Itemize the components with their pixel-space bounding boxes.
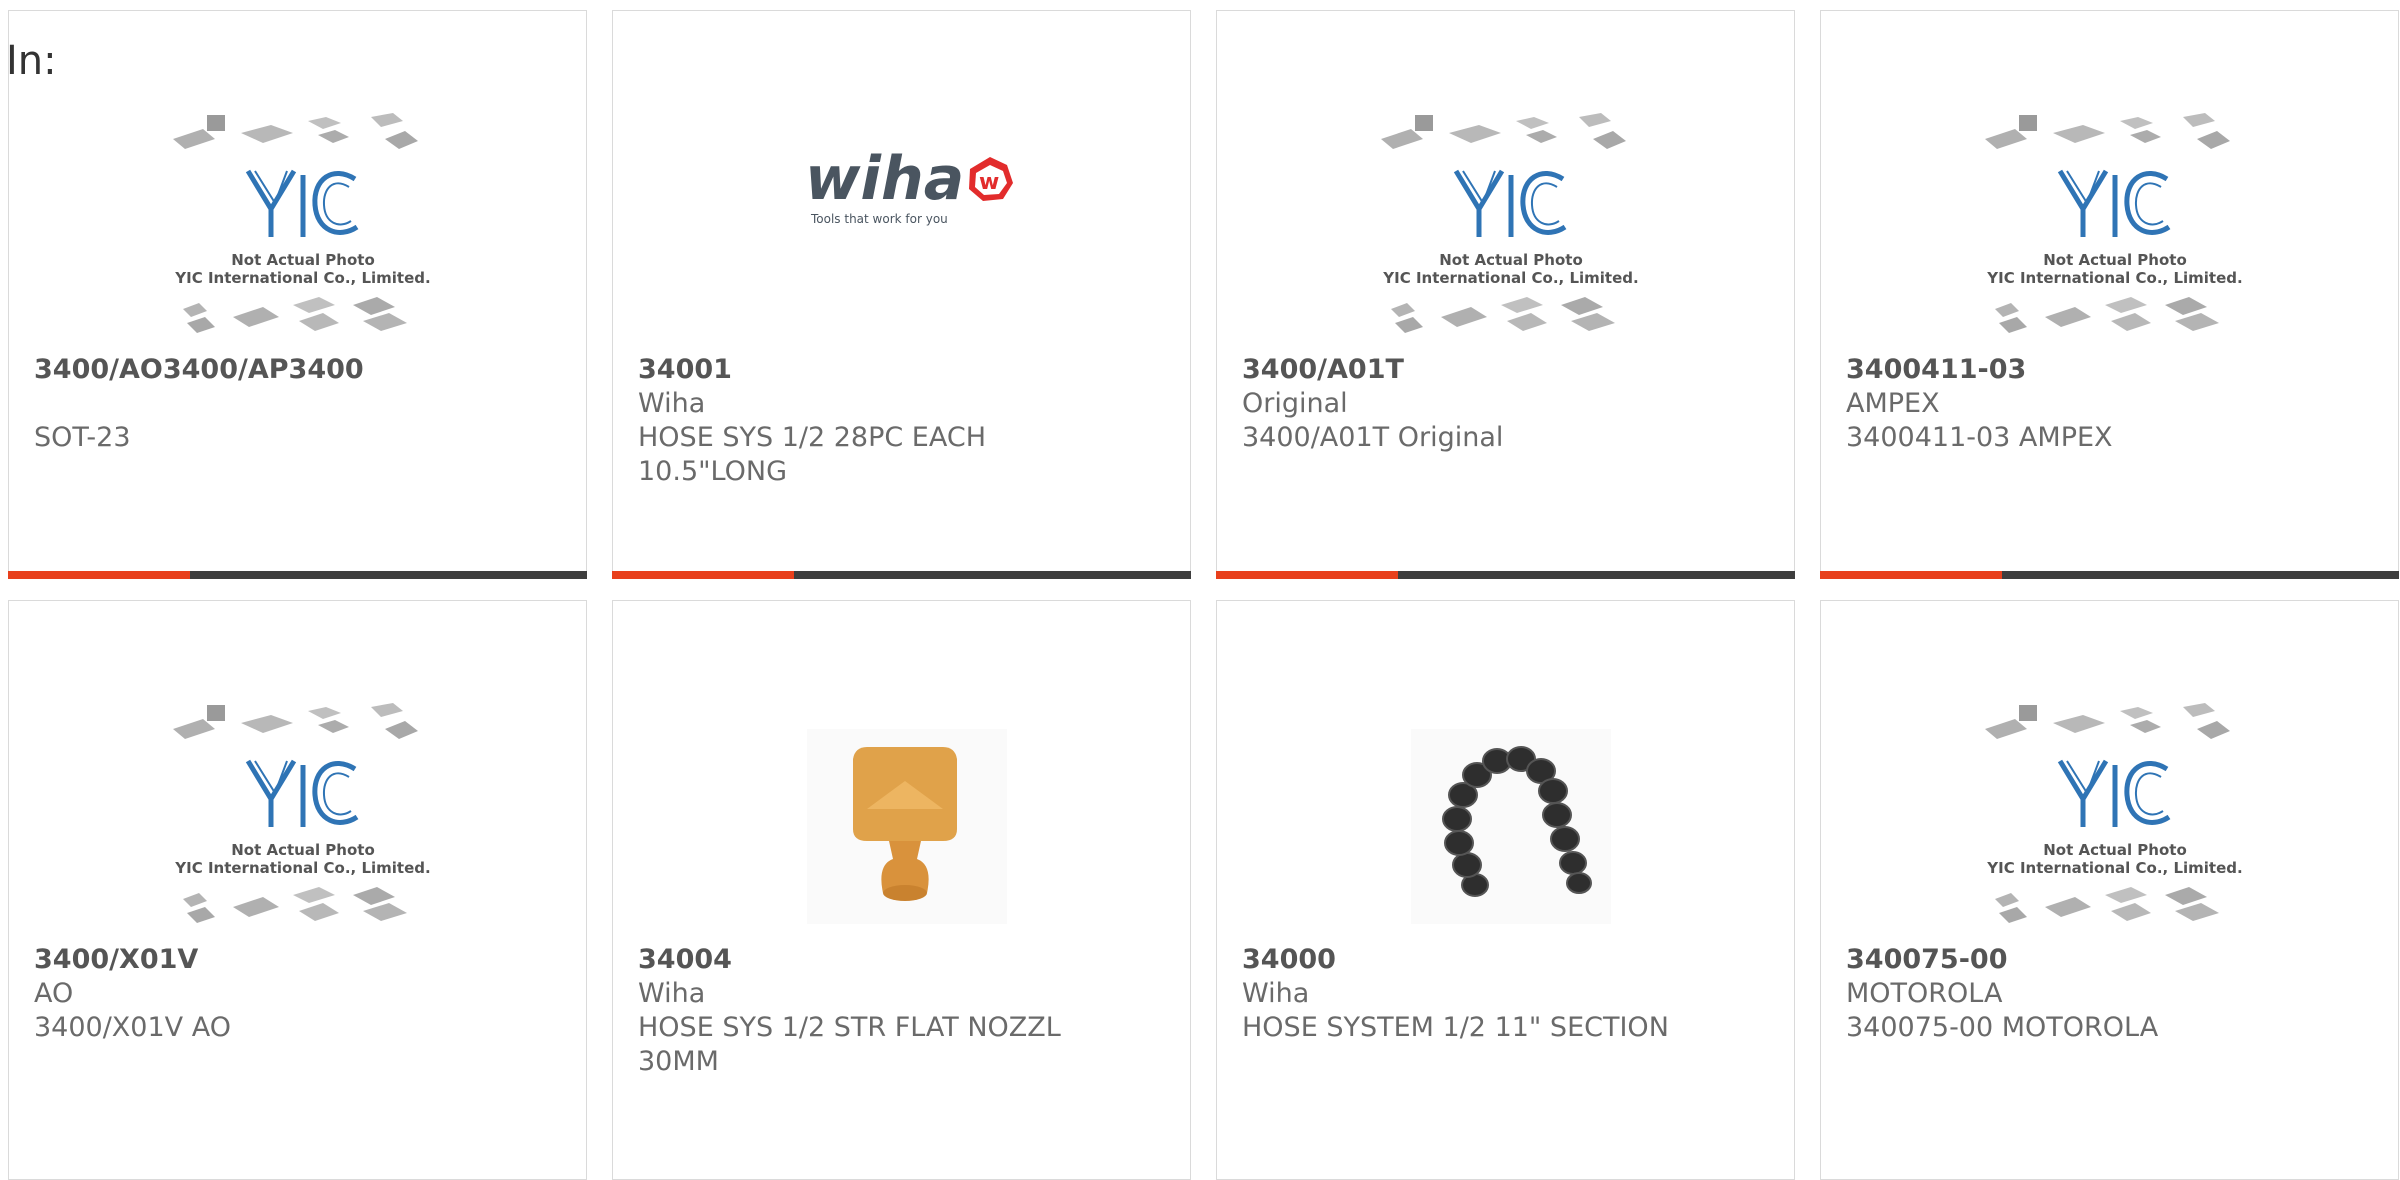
manufacturer: Wiha xyxy=(638,388,706,419)
description: 3400/A01T Original xyxy=(1242,422,1504,453)
product-card[interactable]: Not Actual Photo YIC International Co., … xyxy=(8,600,587,1180)
manufacturer: Wiha xyxy=(638,978,706,1009)
flat-nozzle-image[interactable] xyxy=(767,689,1047,939)
card-accent-highlight xyxy=(612,571,794,579)
card-accent-bar xyxy=(8,571,587,579)
card-accent-highlight xyxy=(8,571,190,579)
product-card[interactable]: Not Actual Photo YIC International Co., … xyxy=(8,10,587,579)
placeholder-caption-2: YIC International Co., Limited. xyxy=(1986,859,2242,877)
manufacturer xyxy=(34,387,566,421)
part-number[interactable]: 340075-00 xyxy=(1846,943,2378,977)
product-card[interactable]: Not Actual Photo YIC International Co., … xyxy=(1820,600,2399,1180)
description-line-2: 30MM xyxy=(638,1046,719,1077)
description-line-2: 10.5"LONG xyxy=(638,456,787,487)
description: 340075-00 MOTOROLA xyxy=(1846,1012,2159,1043)
card-accent-highlight xyxy=(1216,571,1398,579)
product-card[interactable]: 34000 Wiha HOSE SYSTEM 1/2 11" SECTION xyxy=(1216,600,1795,1180)
wiha-tagline: Tools that work for you xyxy=(810,212,948,226)
svg-text:w: w xyxy=(979,170,999,195)
description: 3400411-03 AMPEX xyxy=(1846,422,2113,453)
part-number[interactable]: 34001 xyxy=(638,353,1170,387)
product-card[interactable]: Not Actual Photo YIC International Co., … xyxy=(1216,10,1795,579)
yic-placeholder-image[interactable]: Not Actual Photo YIC International Co., … xyxy=(1975,99,2255,349)
manufacturer: Wiha xyxy=(1242,978,1310,1009)
wiha-logo-image[interactable]: wiha w Tools that work for you xyxy=(767,99,1047,349)
part-number[interactable]: 34004 xyxy=(638,943,1170,977)
manufacturer: AMPEX xyxy=(1846,388,1940,419)
yic-placeholder-image[interactable]: Not Actual Photo YIC International Co., … xyxy=(163,99,443,349)
part-number[interactable]: 3400/A01T xyxy=(1242,353,1774,387)
placeholder-caption-1: Not Actual Photo xyxy=(1439,251,1583,269)
placeholder-caption-1: Not Actual Photo xyxy=(231,841,375,859)
part-number[interactable]: 3400/AO3400/AP3400 xyxy=(34,353,566,387)
card-accent-bar xyxy=(1216,571,1795,579)
product-card[interactable]: Not Actual Photo YIC International Co., … xyxy=(1820,10,2399,579)
manufacturer: AO xyxy=(34,978,74,1009)
hose-section-image[interactable] xyxy=(1371,689,1651,939)
description: HOSE SYSTEM 1/2 11" SECTION xyxy=(1242,1012,1669,1043)
card-accent-bar xyxy=(1820,571,2399,579)
description: HOSE SYS 1/2 28PC EACH xyxy=(638,422,987,453)
placeholder-caption-2: YIC International Co., Limited. xyxy=(1986,269,2242,287)
card-accent-highlight xyxy=(1820,571,2002,579)
part-number[interactable]: 34000 xyxy=(1242,943,1774,977)
part-number[interactable]: 3400/X01V xyxy=(34,943,566,977)
placeholder-caption-1: Not Actual Photo xyxy=(2043,251,2187,269)
description: SOT-23 xyxy=(34,422,131,453)
results-header-label: In: xyxy=(6,38,57,84)
placeholder-caption-1: Not Actual Photo xyxy=(231,251,375,269)
manufacturer: MOTOROLA xyxy=(1846,978,2003,1009)
placeholder-caption-2: YIC International Co., Limited. xyxy=(174,859,430,877)
placeholder-caption-2: YIC International Co., Limited. xyxy=(1382,269,1638,287)
wiha-wordmark: wiha xyxy=(805,144,964,214)
description: 3400/X01V AO xyxy=(34,1012,231,1043)
yic-placeholder-image[interactable]: Not Actual Photo YIC International Co., … xyxy=(1371,99,1651,349)
yic-placeholder-image[interactable]: Not Actual Photo YIC International Co., … xyxy=(163,689,443,939)
yic-placeholder-image[interactable]: Not Actual Photo YIC International Co., … xyxy=(1975,689,2255,939)
placeholder-caption-2: YIC International Co., Limited. xyxy=(174,269,430,287)
card-accent-bar xyxy=(612,571,1191,579)
product-card[interactable]: wiha w Tools that work for you 34001 Wih… xyxy=(612,10,1191,579)
part-number[interactable]: 3400411-03 xyxy=(1846,353,2378,387)
manufacturer: Original xyxy=(1242,388,1348,419)
product-card[interactable]: 34004 Wiha HOSE SYS 1/2 STR FLAT NOZZL 3… xyxy=(612,600,1191,1180)
description: HOSE SYS 1/2 STR FLAT NOZZL xyxy=(638,1012,1061,1043)
placeholder-caption-1: Not Actual Photo xyxy=(2043,841,2187,859)
